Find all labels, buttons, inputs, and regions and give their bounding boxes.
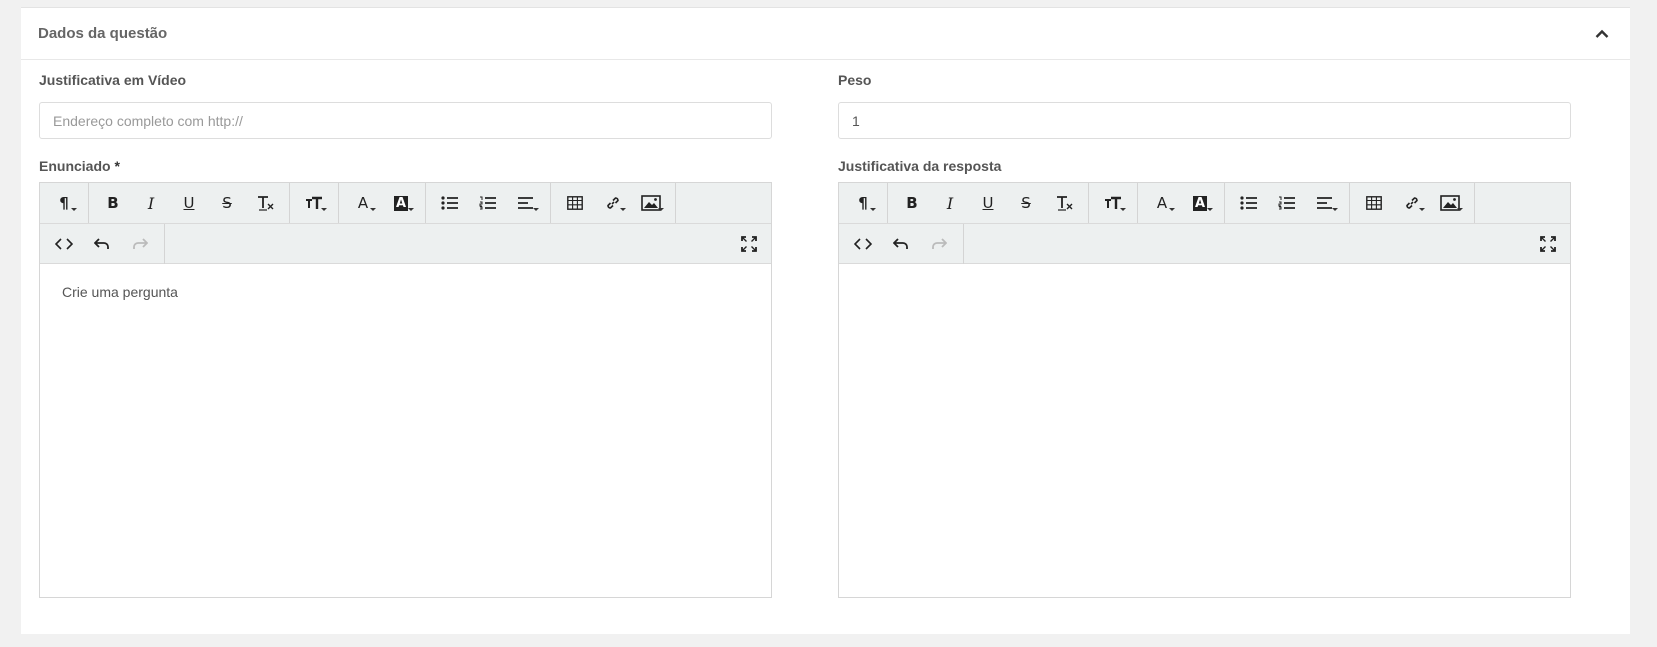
underline-icon[interactable]: U [969,185,1007,221]
bold-icon[interactable]: B [893,185,931,221]
statement-label-text: Enunciado [39,158,111,174]
editor-toolbar: ¶ B I U S A A [839,183,1570,264]
bold-glyph: B [906,194,918,212]
unordered-list-icon[interactable] [431,185,469,221]
strike-glyph: S [222,194,232,212]
fullscreen-icon[interactable] [1526,224,1570,264]
background-color-icon[interactable]: A [1181,185,1219,221]
redo-icon[interactable] [920,226,958,262]
font-size-icon[interactable] [295,185,333,221]
table-icon[interactable] [556,185,594,221]
answer-justification-editor: ¶ B I U S A A [838,182,1571,598]
link-icon[interactable] [594,185,632,221]
bold-glyph: B [107,194,119,212]
text-color-icon[interactable]: A [344,185,382,221]
clear-formatting-icon[interactable] [1045,185,1083,221]
image-icon[interactable] [1431,185,1469,221]
underline-glyph: U [183,194,195,212]
font-size-icon[interactable] [1094,185,1132,221]
bg-color-glyph: A [393,195,409,211]
paragraph-glyph: ¶ [858,194,868,212]
statement-editor-content[interactable]: Crie uma pergunta [40,264,771,597]
right-column: Peso Justificativa da resposta ¶ B I U S [838,70,1571,598]
strikethrough-icon[interactable]: S [1007,185,1045,221]
text-color-glyph: A [357,194,369,212]
background-color-icon[interactable]: A [382,185,420,221]
statement-label: Enunciado * [39,156,772,176]
card-title: Dados da questão [38,25,168,42]
redo-icon[interactable] [121,226,159,262]
underline-icon[interactable]: U [170,185,208,221]
undo-icon[interactable] [882,226,920,262]
unordered-list-icon[interactable] [1230,185,1268,221]
code-view-icon[interactable] [844,226,882,262]
align-icon[interactable] [507,185,545,221]
ordered-list-icon[interactable] [1268,185,1306,221]
editor-toolbar: ¶ B I U S A A [40,183,771,264]
italic-glyph: I [147,193,155,213]
italic-glyph: I [946,193,954,213]
undo-icon[interactable] [83,226,121,262]
text-color-icon[interactable]: A [1143,185,1181,221]
left-column: Justificativa em Vídeo Enunciado * ¶ B I… [39,70,772,598]
answer-justification-editor-content[interactable] [839,264,1570,597]
weight-input[interactable] [838,102,1571,139]
statement-editor: ¶ B I U S A A Crie uma pergunta [39,182,772,598]
italic-icon[interactable]: I [132,185,170,221]
link-icon[interactable] [1393,185,1431,221]
answer-justification-label: Justificativa da resposta [838,158,1002,174]
underline-glyph: U [982,194,994,212]
text-color-glyph: A [1156,194,1168,212]
bg-color-glyph: A [1192,195,1208,211]
required-mark: * [114,158,120,174]
paragraph-format-icon[interactable]: ¶ [45,185,83,221]
bold-icon[interactable]: B [94,185,132,221]
fullscreen-icon[interactable] [727,224,771,264]
video-url-input[interactable] [39,102,772,139]
clear-formatting-icon[interactable] [246,185,284,221]
card-header[interactable]: Dados da questão [21,8,1630,60]
table-icon[interactable] [1355,185,1393,221]
italic-icon[interactable]: I [931,185,969,221]
weight-label: Peso [838,72,872,88]
align-icon[interactable] [1306,185,1344,221]
chevron-up-icon[interactable] [1591,23,1613,45]
strike-glyph: S [1021,194,1031,212]
paragraph-glyph: ¶ [59,194,69,212]
strikethrough-icon[interactable]: S [208,185,246,221]
code-view-icon[interactable] [45,226,83,262]
image-icon[interactable] [632,185,670,221]
ordered-list-icon[interactable] [469,185,507,221]
paragraph-format-icon[interactable]: ¶ [844,185,882,221]
video-justification-label: Justificativa em Vídeo [39,72,187,88]
